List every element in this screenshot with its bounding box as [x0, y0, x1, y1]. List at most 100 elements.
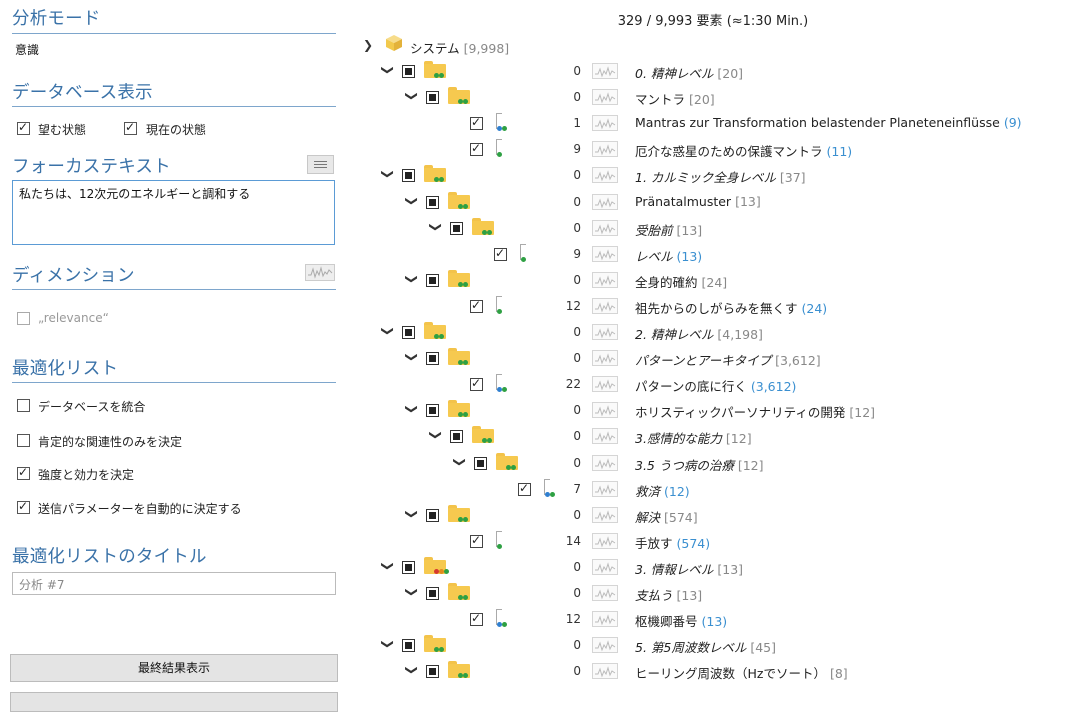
- waveform-icon[interactable]: [592, 219, 618, 236]
- list-icon[interactable]: [307, 155, 334, 174]
- merge-db-checkbox[interactable]: [17, 399, 30, 412]
- tree-folder-row[interactable]: ❯ 0 0. 精神レベル [20]: [345, 58, 1081, 85]
- waveform-icon[interactable]: [592, 271, 618, 288]
- desired-state-checkbox[interactable]: [17, 120, 30, 135]
- tree-item-row[interactable]: 12 枢機卿番号 (13): [345, 606, 1081, 633]
- tree-folder-row[interactable]: ❯ 0 全身的確約 [24]: [345, 267, 1081, 294]
- waveform-icon[interactable]: [592, 402, 618, 419]
- analysis-mode-value[interactable]: 意識: [15, 41, 39, 58]
- tree-folder-row[interactable]: ❯ 0 マントラ [20]: [345, 84, 1081, 111]
- chevron-down-icon[interactable]: ❯: [453, 456, 467, 466]
- partial-checkbox[interactable]: [426, 352, 439, 366]
- partial-checkbox[interactable]: [426, 587, 439, 600]
- chevron-down-icon[interactable]: ❯: [429, 222, 443, 232]
- waveform-icon[interactable]: [592, 532, 618, 549]
- waveform-icon[interactable]: [305, 264, 335, 281]
- partial-checkbox[interactable]: [474, 456, 487, 470]
- waveform-icon[interactable]: [592, 297, 618, 314]
- item-checkbox[interactable]: [470, 298, 483, 313]
- waveform-icon[interactable]: [592, 454, 618, 471]
- partial-checkbox[interactable]: [426, 91, 439, 105]
- partial-checkbox[interactable]: [402, 560, 415, 574]
- waveform-icon[interactable]: [592, 585, 618, 601]
- current-state-checkbox[interactable]: [124, 120, 137, 135]
- tree-folder-row[interactable]: ❯ 0 3.5 うつ病の治療 [12]: [345, 450, 1081, 477]
- tree-folder-row[interactable]: ❯ 0 Pränatalmuster [13]: [345, 189, 1081, 216]
- tree-folder-row[interactable]: ❯ 0 ヒーリング周波数（Hzでソート） [8]: [345, 658, 1081, 685]
- waveform-icon[interactable]: [592, 350, 618, 367]
- tree-folder-row[interactable]: ❯ 0 3. 情報レベル [13]: [345, 554, 1081, 581]
- waveform-icon[interactable]: [592, 376, 618, 393]
- waveform-icon[interactable]: [592, 663, 618, 680]
- waveform-icon[interactable]: [592, 506, 618, 523]
- waveform-icon[interactable]: [592, 167, 618, 184]
- focus-text-input[interactable]: 私たちは、12次元のエネルギーと調和する: [12, 180, 335, 245]
- waveform-icon[interactable]: [592, 115, 618, 132]
- partial-checkbox[interactable]: [450, 221, 463, 235]
- tree-folder-row[interactable]: ❯ 0 2. 精神レベル [4,198]: [345, 319, 1081, 346]
- tree-folder-row[interactable]: ❯ 0 1. カルミック全身レベル [37]: [345, 162, 1081, 189]
- chevron-down-icon[interactable]: ❯: [381, 65, 395, 75]
- tree-folder-row[interactable]: ❯ 0 ホリスティックパーソナリティの開発 [12]: [345, 397, 1081, 424]
- tree-item-row[interactable]: 9 レベル (13): [345, 241, 1081, 268]
- chevron-down-icon[interactable]: ❯: [405, 587, 419, 597]
- tree-folder-row[interactable]: ❯ 0 解決 [574]: [345, 502, 1081, 529]
- partial-checkbox[interactable]: [426, 273, 439, 287]
- tree-folder-row[interactable]: ❯ 0 パターンとアーキタイプ [3,612]: [345, 345, 1081, 372]
- waveform-icon[interactable]: [592, 480, 618, 497]
- auto-params-checkbox[interactable]: [17, 499, 30, 514]
- relevance-checkbox[interactable]: [17, 312, 30, 325]
- waveform-icon[interactable]: [592, 324, 618, 340]
- item-checkbox[interactable]: [470, 376, 483, 392]
- partial-checkbox[interactable]: [402, 326, 415, 339]
- tree-root-row[interactable]: ❯ システム [9,998]: [345, 33, 1081, 59]
- partial-checkbox[interactable]: [426, 665, 439, 679]
- chevron-down-icon[interactable]: ❯: [381, 169, 395, 179]
- item-checkbox[interactable]: [470, 115, 483, 131]
- item-checkbox[interactable]: [470, 533, 483, 548]
- chevron-down-icon[interactable]: ❯: [405, 404, 419, 414]
- partial-checkbox[interactable]: [426, 195, 439, 209]
- waveform-icon[interactable]: [592, 89, 618, 106]
- waveform-icon[interactable]: [592, 63, 618, 79]
- partial-checkbox[interactable]: [402, 639, 415, 653]
- waveform-icon[interactable]: [592, 428, 618, 445]
- tree-item-row[interactable]: 14 手放す (574): [345, 528, 1081, 555]
- item-checkbox[interactable]: [470, 141, 483, 157]
- tree-item-row[interactable]: 9 厄介な惑星のための保護マントラ (11): [345, 136, 1081, 163]
- partial-checkbox[interactable]: [426, 404, 439, 418]
- chevron-down-icon[interactable]: ❯: [381, 326, 395, 336]
- chevron-down-icon[interactable]: ❯: [429, 430, 443, 440]
- chevron-down-icon[interactable]: ❯: [405, 91, 419, 101]
- chevron-down-icon[interactable]: ❯: [405, 665, 419, 675]
- chevron-down-icon[interactable]: ❯: [381, 561, 395, 571]
- waveform-icon[interactable]: [592, 558, 618, 575]
- waveform-icon[interactable]: [592, 245, 618, 262]
- tree-folder-row[interactable]: ❯ 0 5. 第5周波数レベル [45]: [345, 632, 1081, 659]
- chevron-down-icon[interactable]: ❯: [405, 274, 419, 284]
- waveform-icon[interactable]: [592, 637, 618, 654]
- positive-only-checkbox[interactable]: [17, 434, 30, 447]
- waveform-icon[interactable]: [592, 611, 618, 628]
- tree-item-row[interactable]: 22 パターンの底に行く (3,612): [345, 371, 1081, 398]
- partial-checkbox[interactable]: [402, 169, 415, 183]
- strength-checkbox[interactable]: [17, 465, 30, 480]
- tree-item-row[interactable]: 7 救済 (12): [345, 476, 1081, 503]
- show-final-results-button[interactable]: 最終結果表示: [10, 654, 338, 682]
- item-checkbox[interactable]: [470, 611, 483, 627]
- item-checkbox[interactable]: [494, 246, 507, 261]
- chevron-down-icon[interactable]: ❯: [405, 195, 419, 205]
- tree-folder-row[interactable]: ❯ 0 3.感情的な能力 [12]: [345, 423, 1081, 450]
- chevron-down-icon[interactable]: ❯: [405, 352, 419, 362]
- partial-checkbox[interactable]: [450, 430, 463, 444]
- chevron-down-icon[interactable]: ❯: [363, 38, 373, 52]
- tree-folder-row[interactable]: ❯ 0 支払う [13]: [345, 580, 1081, 607]
- chevron-down-icon[interactable]: ❯: [381, 639, 395, 649]
- chevron-down-icon[interactable]: ❯: [405, 509, 419, 519]
- tree-folder-row[interactable]: ❯ 0 受胎前 [13]: [345, 215, 1081, 242]
- waveform-icon[interactable]: [592, 193, 618, 210]
- opt-title-input[interactable]: 分析 #7: [12, 572, 336, 595]
- item-checkbox[interactable]: [518, 481, 531, 496]
- secondary-button[interactable]: [10, 692, 338, 712]
- tree-item-row[interactable]: 12 祖先からのしがらみを無くす (24): [345, 293, 1081, 320]
